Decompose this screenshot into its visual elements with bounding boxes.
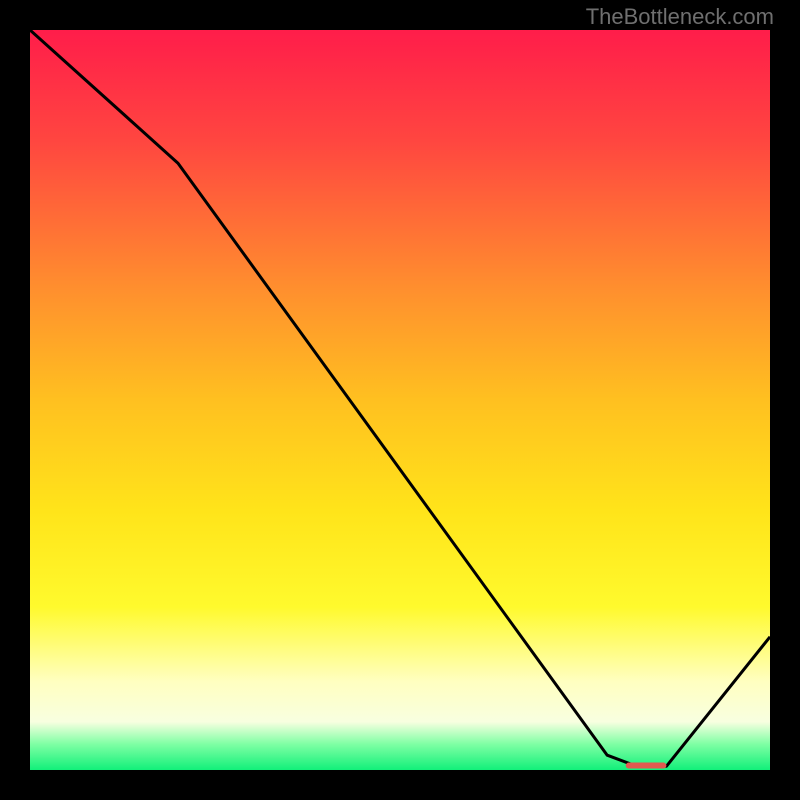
chart-svg [30, 30, 770, 770]
gradient-background [30, 30, 770, 770]
watermark-text: TheBottleneck.com [586, 4, 774, 30]
chart-container: TheBottleneck.com [0, 0, 800, 800]
plot-area [30, 30, 770, 770]
target-marker [626, 763, 667, 769]
